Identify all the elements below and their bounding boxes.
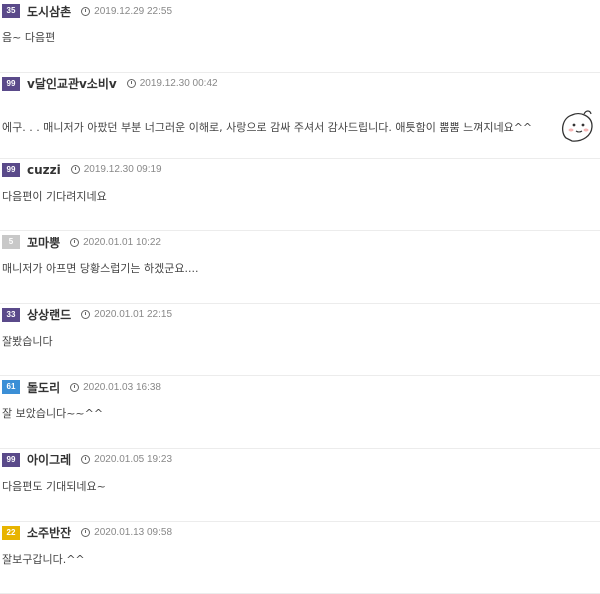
comment-date: 2019.12.29 22:55 xyxy=(94,5,173,17)
comment-date: 2020.01.01 22:15 xyxy=(94,309,173,321)
level-badge: 22 xyxy=(2,525,20,540)
nickname-link[interactable]: 소주반잔 xyxy=(27,524,71,541)
nickname-link[interactable]: 아이그레 xyxy=(27,451,71,468)
comment-date: 2019.12.30 09:19 xyxy=(83,164,162,176)
level-badge: 99 xyxy=(2,76,20,91)
comment-text: 잘보구갑니다.^^ xyxy=(2,552,85,566)
nickname-link[interactable]: 도시삼촌 xyxy=(27,3,71,20)
clock-icon xyxy=(81,6,91,16)
comment-item: 99 cuzzi 2019.12.30 09:19 다음편이 기다려지네요 xyxy=(0,159,600,232)
comment-text: 다음편도 기대되네요~ xyxy=(2,479,106,493)
comment-date: 2019.12.30 00:42 xyxy=(139,78,218,90)
comment-text: 에구. . . 매니저가 아팠던 부분 너그러운 이해로, 사랑으로 감싸 주셔… xyxy=(2,120,533,134)
comment-item: 99 아이그레 2020.01.05 19:23 다음편도 기대되네요~ xyxy=(0,449,600,522)
level-badge: 33 xyxy=(2,307,20,322)
level-badge: 99 xyxy=(2,452,20,467)
comment-list: 35 도시삼촌 2019.12.29 22:55 음~ 다음편 99 v달인교관… xyxy=(0,0,600,594)
clock-icon xyxy=(81,528,91,538)
comment-item: 5 꼬마뿡 2020.01.01 10:22 매니저가 아프면 당황스럽기는 하… xyxy=(0,231,600,304)
comment-text: 음~ 다음편 xyxy=(2,31,56,44)
clock-icon xyxy=(81,310,91,320)
comment-text: 잘봤습니다 xyxy=(2,334,53,348)
emoticon-icon xyxy=(561,110,593,142)
nickname-link[interactable]: v달인교관v소비v xyxy=(27,75,117,92)
comment-item: 61 돌도리 2020.01.03 16:38 잘 보았습니다~~^^ xyxy=(0,376,600,449)
comment-item: 35 도시삼촌 2019.12.29 22:55 음~ 다음편 xyxy=(0,0,600,73)
level-badge: 99 xyxy=(2,162,20,177)
comment-date: 2020.01.03 16:38 xyxy=(83,381,161,393)
comment-text: 매니저가 아프면 당황스럽기는 하겠군요.... xyxy=(2,262,199,276)
level-badge: 35 xyxy=(2,4,20,18)
clock-icon xyxy=(70,237,80,247)
nickname-link[interactable]: 상상랜드 xyxy=(27,306,71,323)
comment-item: 99 v달인교관v소비v 2019.12.30 00:42 에구. . . 매니… xyxy=(0,73,600,159)
comment-date: 2020.01.13 09:58 xyxy=(94,527,173,539)
comment-date: 2020.01.05 19:23 xyxy=(94,454,173,466)
comment-date: 2020.01.01 10:22 xyxy=(83,236,161,248)
nickname-link[interactable]: 꼬마뿡 xyxy=(27,234,60,251)
nickname-link[interactable]: cuzzi xyxy=(27,163,61,177)
clock-icon xyxy=(70,382,80,392)
clock-icon xyxy=(70,165,80,175)
level-badge: 5 xyxy=(2,235,20,250)
clock-icon xyxy=(81,455,91,465)
comment-text: 잘 보았습니다~~^^ xyxy=(2,407,104,421)
clock-icon xyxy=(126,79,136,89)
level-badge: 61 xyxy=(2,380,20,395)
comment-item: 33 상상랜드 2020.01.01 22:15 잘봤습니다 xyxy=(0,304,600,377)
nickname-link[interactable]: 돌도리 xyxy=(27,379,60,396)
comment-item: 22 소주반잔 2020.01.13 09:58 잘보구갑니다.^^ xyxy=(0,522,600,594)
comment-text: 다음편이 기다려지네요 xyxy=(2,189,107,203)
